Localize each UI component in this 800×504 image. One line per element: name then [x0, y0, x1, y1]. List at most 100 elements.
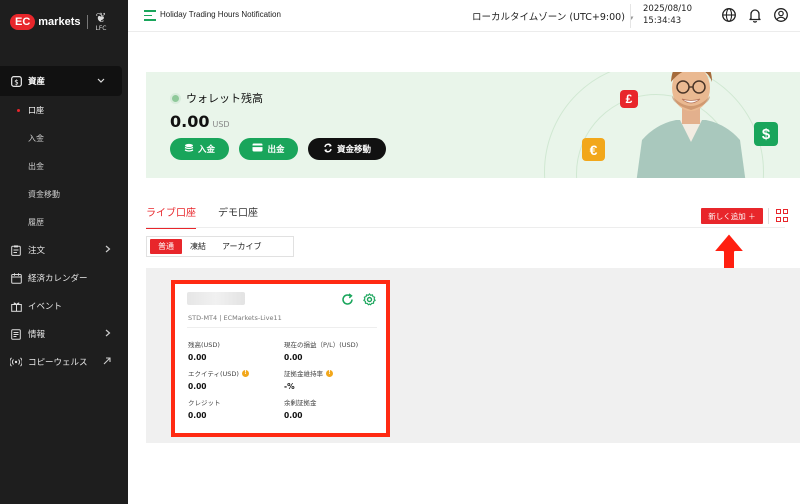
sidebar-item-label: イベント — [28, 302, 63, 312]
sidebar-item-label: 資産 — [28, 77, 46, 87]
margin-level-label-row: 証拠金維持率! — [284, 368, 379, 378]
timezone-select[interactable]: ローカルタイムゾーン (UTC+9:00) ▾ — [472, 9, 633, 23]
wallet-banner: ウォレット残高 0.00 USD 入金 出金 資金移動 £ € $ — [146, 72, 800, 178]
sidebar-item-accounts[interactable]: 口座 — [0, 96, 128, 124]
credit-stat: クレジット 0.00 — [188, 397, 283, 420]
equity-label-row: エクイティ(USD)! — [188, 368, 283, 378]
toolbar-divider — [768, 208, 769, 224]
balance-value: 0.00 — [188, 353, 207, 362]
smiling-man-illustration — [636, 72, 746, 178]
grid-view-icon[interactable] — [776, 209, 789, 222]
chevron-down-icon — [97, 77, 105, 86]
margin-level-stat: 証拠金維持率! -% — [284, 368, 379, 391]
main-content: ウォレット残高 0.00 USD 入金 出金 資金移動 £ € $ ライブ口座 … — [128, 33, 800, 504]
transfer-button[interactable]: 資金移動 — [308, 138, 386, 160]
free-margin-label: 余剰証拠金 — [284, 399, 317, 407]
top-bar: Holiday Trading Hours Notification ローカルタ… — [128, 0, 800, 32]
wallet-title-row: ウォレット残高 — [170, 90, 263, 106]
gear-icon[interactable] — [363, 291, 376, 310]
pl-label: 現在の損益（P/L）(USD) — [284, 341, 359, 349]
sidebar-item-events[interactable]: イベント — [0, 292, 128, 320]
sidebar-item-label: 経済カレンダー — [28, 274, 88, 284]
sidebar-item-calendar[interactable]: 経済カレンダー — [0, 264, 128, 292]
pound-badge-icon: £ — [620, 90, 638, 108]
holiday-notification-link[interactable]: Holiday Trading Hours Notification — [160, 10, 281, 19]
filter-archive[interactable]: アーカイブ — [214, 239, 270, 254]
card-divider — [187, 327, 377, 328]
dollar-badge-icon: $ — [754, 122, 778, 146]
balance-label: 残高(USD) — [188, 341, 220, 349]
dollar-box-icon: $ — [10, 75, 22, 87]
sidebar-nav: $ 資産 口座 入金 出金 資金移動 履歴 注文 経済カレンダー イベント 情報… — [0, 66, 128, 376]
free-margin-stat: 余剰証拠金 0.00 — [284, 397, 379, 420]
brand-logo[interactable]: EC markets ❦ LFC — [10, 6, 106, 38]
sidebar-item-label: 情報 — [28, 330, 46, 340]
sidebar-item-assets[interactable]: $ 資産 — [0, 66, 122, 96]
equity-stat: エクイティ(USD)! 0.00 — [188, 368, 283, 391]
wallet-actions: 入金 出金 資金移動 — [170, 138, 396, 160]
credit-label: クレジット — [188, 399, 221, 407]
datetime-display: 2025/08/10 15:34:43 — [643, 3, 692, 27]
euro-badge-icon: € — [582, 138, 605, 161]
pl-value: 0.00 — [284, 353, 303, 362]
globe-icon[interactable] — [721, 7, 737, 23]
lfc-text: LFC — [95, 25, 107, 32]
chevron-right-icon — [105, 245, 111, 255]
sidebar-item-transfer[interactable]: 資金移動 — [0, 180, 128, 208]
sidebar-item-label: 履歴 — [28, 217, 44, 227]
info-icon[interactable]: ! — [326, 369, 333, 377]
tab-live-account[interactable]: ライブ口座 — [146, 204, 196, 229]
calendar-icon — [10, 272, 22, 284]
sidebar-item-orders[interactable]: 注文 — [0, 236, 128, 264]
account-card[interactable]: STD-MT4 | ECMarkets-Live11 残高(USD) 0.00 … — [171, 280, 390, 437]
sidebar-item-history[interactable]: 履歴 — [0, 208, 128, 236]
refresh-icon[interactable] — [341, 291, 354, 310]
withdraw-button-label: 出金 — [267, 145, 285, 155]
document-icon — [10, 328, 22, 340]
sidebar-item-copy-wealth[interactable]: コピーウェルス — [0, 348, 128, 376]
wallet-icon — [170, 92, 181, 104]
active-dot — [17, 108, 20, 112]
sidebar-item-label: 出金 — [28, 161, 44, 171]
bell-icon[interactable] — [747, 7, 763, 23]
transfer-button-label: 資金移動 — [336, 145, 371, 155]
equity-value: 0.00 — [188, 382, 207, 391]
info-icon[interactable]: ! — [241, 369, 249, 377]
withdraw-button[interactable]: 出金 — [239, 138, 298, 160]
menu-icon[interactable] — [144, 10, 156, 21]
current-time: 15:34:43 — [643, 16, 682, 26]
tab-demo-account[interactable]: デモ口座 — [218, 204, 258, 229]
coins-icon — [184, 143, 194, 156]
user-avatar-icon[interactable] — [773, 7, 789, 23]
sidebar-item-deposit[interactable]: 入金 — [0, 124, 128, 152]
lfc-logo: ❦ LFC — [95, 12, 106, 32]
filter-normal[interactable]: 普通 — [150, 239, 182, 254]
deposit-button-label: 入金 — [197, 145, 215, 155]
sidebar-item-info[interactable]: 情報 — [0, 320, 128, 348]
sidebar-item-label: 注文 — [28, 246, 46, 256]
brand-divider — [87, 15, 89, 29]
account-status-filter: 普通 凍結 アーカイブ — [146, 236, 294, 257]
account-card-actions — [341, 291, 376, 310]
margin-level-label: 証拠金維持率 — [284, 370, 323, 378]
sidebar-item-label: 入金 — [28, 133, 44, 143]
filter-frozen[interactable]: 凍結 — [182, 239, 214, 254]
add-account-button[interactable]: 新しく追加 ＋ — [701, 208, 763, 224]
svg-text:$: $ — [14, 78, 18, 86]
brand-name: markets — [38, 16, 81, 28]
balance-stat: 残高(USD) 0.00 — [188, 339, 283, 362]
clipboard-icon — [10, 244, 22, 256]
broadcast-icon — [10, 356, 22, 368]
tab-divider — [146, 227, 785, 228]
external-arrow-icon — [103, 357, 111, 367]
deposit-button[interactable]: 入金 — [170, 138, 229, 160]
transfer-arrows-icon — [323, 143, 333, 156]
timezone-label: ローカルタイムゾーン (UTC+9:00) — [472, 12, 625, 23]
account-list: STD-MT4 | ECMarkets-Live11 残高(USD) 0.00 … — [146, 268, 800, 443]
sidebar-item-withdraw[interactable]: 出金 — [0, 152, 128, 180]
wallet-title: ウォレット残高 — [186, 92, 263, 105]
brand-logo-mark: EC — [10, 14, 36, 30]
chevron-right-icon — [105, 329, 111, 339]
account-name-redacted — [187, 292, 245, 305]
current-date: 2025/08/10 — [643, 4, 692, 14]
